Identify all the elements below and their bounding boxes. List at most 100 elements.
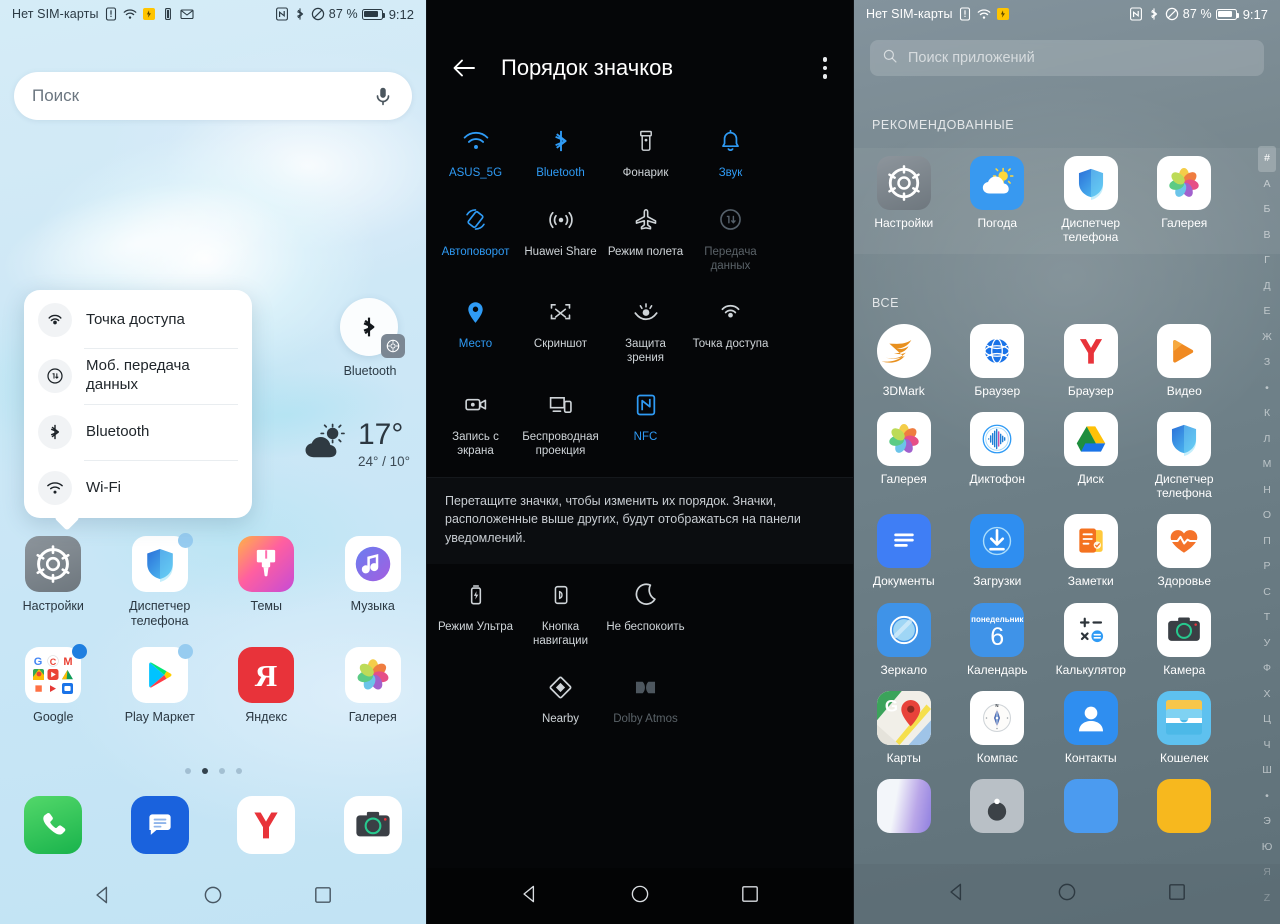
toggle-do-not-disturb[interactable]: Не беспокоить <box>603 564 688 657</box>
app-music[interactable]: Музыка <box>320 536 427 629</box>
music-note-icon[interactable] <box>344 536 401 592</box>
yandex-browser-icon[interactable] <box>237 796 296 854</box>
toggle-nav-button[interactable]: Кнопка навигации <box>518 564 603 657</box>
page-dot[interactable] <box>218 768 225 774</box>
alpha-item[interactable]: Ш <box>1262 758 1272 784</box>
yandex-browser-icon[interactable] <box>1063 324 1118 378</box>
drawer-search-input[interactable]: Поиск приложений <box>870 40 1264 76</box>
documents-icon[interactable] <box>876 514 931 569</box>
toggle-huawei-share[interactable]: Huawei Share <box>518 189 603 282</box>
app-icon-partial[interactable] <box>970 778 1025 833</box>
weather-icon[interactable] <box>970 156 1025 210</box>
drawer-app-calendar[interactable]: понедельник 6 Календарь <box>948 602 1042 677</box>
toggle-flashlight[interactable]: Фонарик <box>603 110 688 189</box>
drawer-app-calculator[interactable]: Калькулятор <box>1041 602 1135 677</box>
arrow-left-icon[interactable] <box>449 53 479 83</box>
dock-app-messages[interactable] <box>107 796 214 854</box>
app-yandex[interactable]: Я Яндекс <box>213 646 320 725</box>
calculator-icon[interactable] <box>1063 602 1118 657</box>
page-dot[interactable] <box>235 768 242 774</box>
toggle-bluetooth[interactable]: Bluetooth <box>518 110 603 189</box>
recents-square-icon[interactable] <box>739 883 761 910</box>
home-circle-icon[interactable] <box>1056 881 1078 908</box>
popup-item-mobile-data[interactable]: Моб. передача данных <box>24 348 252 404</box>
settings-gear-icon[interactable] <box>876 156 931 210</box>
page-dot[interactable] <box>184 768 191 774</box>
drawer-app-phone-manager[interactable]: Диспетчер телефона <box>1135 412 1229 500</box>
drawer-app-video[interactable]: Видео <box>1135 324 1229 398</box>
google-maps-icon[interactable]: G <box>876 690 931 745</box>
app-settings[interactable]: Настройки <box>0 536 107 629</box>
alpha-item[interactable]: П <box>1263 529 1271 555</box>
wallet-icon[interactable] <box>1157 690 1212 745</box>
app-icon-partial[interactable] <box>1063 778 1118 833</box>
messages-icon[interactable] <box>130 796 189 854</box>
alpha-item[interactable]: Б <box>1264 197 1271 223</box>
contacts-icon[interactable] <box>1063 690 1118 745</box>
toggle-screenshot[interactable]: Скриншот <box>518 281 603 374</box>
home-search-bar[interactable]: Поиск <box>14 72 412 120</box>
popup-item-bluetooth[interactable]: Bluetooth <box>24 404 252 460</box>
alpha-item[interactable]: В <box>1263 223 1270 249</box>
drawer-app-wallet[interactable]: Кошелек <box>1135 690 1229 765</box>
app-themes[interactable]: Темы <box>213 536 320 629</box>
alpha-item[interactable]: Ц <box>1263 707 1271 733</box>
popup-item-hotspot[interactable]: Точка доступа <box>24 292 252 348</box>
drawer-app-partial[interactable] <box>854 778 948 833</box>
drawer-app-contacts[interactable]: Контакты <box>1041 690 1135 765</box>
dock-app-yandex-browser[interactable] <box>213 796 320 854</box>
toggle-eye-comfort[interactable]: Защита зрения <box>603 281 688 374</box>
home-circle-icon[interactable] <box>629 883 651 910</box>
microphone-icon[interactable] <box>372 85 394 107</box>
alpha-item[interactable]: Э <box>1263 809 1271 835</box>
brush-icon[interactable] <box>238 536 295 592</box>
dock-app-camera[interactable] <box>320 796 427 854</box>
bluetooth-shortcut[interactable]: Bluetooth <box>340 298 405 378</box>
home-circle-icon[interactable] <box>202 884 224 911</box>
alpha-item[interactable]: Н <box>1263 478 1271 504</box>
drawer-app-3dmark[interactable]: 3DMark <box>854 324 948 398</box>
folder-google[interactable]: G C M Google <box>0 643 107 725</box>
app-icon-partial[interactable] <box>876 778 931 833</box>
popup-item-wifi[interactable]: Wi-Fi <box>24 460 252 516</box>
toggle-airplane-mode[interactable]: Режим полета <box>603 189 688 282</box>
drawer-app-voice-recorder[interactable]: Диктофон <box>948 412 1042 500</box>
alphabet-index-scrubber[interactable]: # А Б В Г Д Е Ж З • К Л М Н О П Р С Т У … <box>1256 146 1278 911</box>
weather-widget[interactable]: 17° 24° / 10° <box>300 420 410 469</box>
drawer-app-notes[interactable]: Заметки <box>1041 514 1135 588</box>
back-triangle-icon[interactable] <box>92 884 114 911</box>
alpha-item[interactable]: М <box>1263 452 1272 478</box>
toggle-wifi[interactable]: ASUS_5G <box>433 110 518 189</box>
drawer-app-compass[interactable]: N Компас <box>948 690 1042 765</box>
toggle-mobile-data[interactable]: Передача данных <box>688 189 773 282</box>
mirror-icon[interactable] <box>876 602 931 657</box>
camera-icon[interactable] <box>343 796 402 854</box>
calendar-icon[interactable]: понедельник 6 <box>970 602 1025 657</box>
toggle-location[interactable]: Место <box>433 281 518 374</box>
alpha-item[interactable]: • <box>1265 784 1269 810</box>
recents-square-icon[interactable] <box>312 884 334 911</box>
app-icon-partial[interactable] <box>1157 778 1212 833</box>
alpha-item[interactable]: • <box>1265 376 1269 402</box>
toggle-nearby[interactable]: Nearby <box>518 656 603 735</box>
huawei-browser-icon[interactable] <box>970 324 1025 378</box>
yandex-icon[interactable]: Я <box>238 646 295 703</box>
toggle-wireless-projection[interactable]: Беспроводная проекция <box>518 374 603 467</box>
alpha-item[interactable]: Е <box>1263 299 1270 325</box>
bluetooth-icon[interactable] <box>340 298 405 358</box>
3dmark-icon[interactable] <box>876 324 931 378</box>
alpha-item[interactable]: З <box>1264 350 1270 376</box>
drawer-app-phone-manager[interactable]: Диспетчер телефона <box>1041 156 1135 244</box>
toggle-sound[interactable]: Звук <box>688 110 773 189</box>
toggle-hotspot[interactable]: Точка доступа <box>688 281 773 374</box>
alpha-item[interactable]: Ю <box>1262 835 1273 861</box>
recents-square-icon[interactable] <box>1166 881 1188 908</box>
drawer-app-google-maps[interactable]: G Карты <box>854 690 948 765</box>
back-triangle-icon[interactable] <box>946 881 968 908</box>
drawer-app-camera[interactable]: Камера <box>1135 602 1229 677</box>
toggle-auto-rotate[interactable]: Автоповорот <box>433 189 518 282</box>
gallery-flower-icon[interactable] <box>1157 156 1212 210</box>
alpha-item[interactable]: Ж <box>1262 325 1272 351</box>
alpha-item[interactable]: Л <box>1264 427 1271 453</box>
compass-icon[interactable]: N <box>970 690 1025 745</box>
